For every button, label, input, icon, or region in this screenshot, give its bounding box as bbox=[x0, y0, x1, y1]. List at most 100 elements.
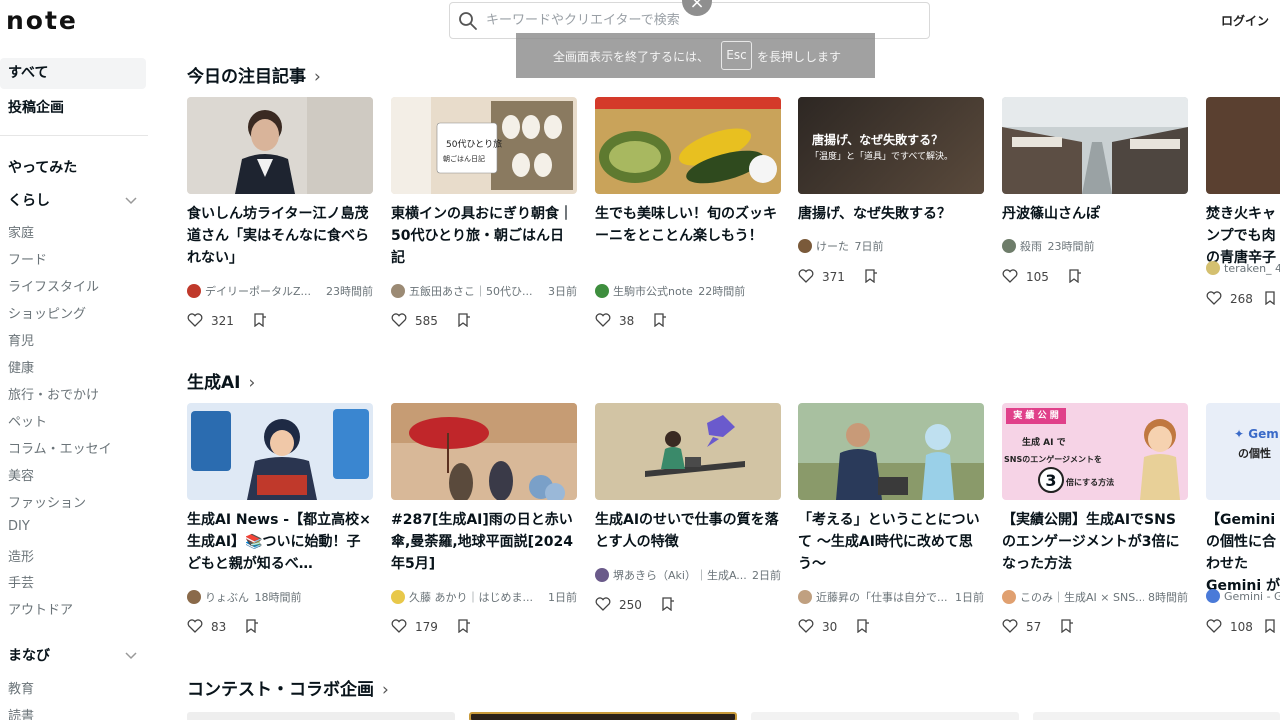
sidebar-item-shopping[interactable]: ショッピング bbox=[8, 303, 86, 322]
author-avatar[interactable] bbox=[595, 284, 609, 298]
login-button[interactable]: ログイン bbox=[1221, 12, 1269, 29]
article-thumbnail[interactable]: ✦ Gem の個性 bbox=[1206, 403, 1280, 500]
author-avatar[interactable] bbox=[391, 590, 405, 604]
sidebar-item-food[interactable]: フード bbox=[8, 249, 47, 268]
author-name[interactable]: 殺雨 bbox=[1020, 240, 1042, 253]
article-thumbnail[interactable] bbox=[1002, 97, 1188, 194]
article-thumbnail[interactable]: 唐揚げ、なぜ失敗する？ 「温度」と「道具」ですべて解決。 bbox=[798, 97, 984, 194]
heart-icon[interactable] bbox=[391, 619, 407, 633]
sidebar-item-all[interactable]: すべて bbox=[0, 58, 146, 89]
sidebar-item-travel[interactable]: 旅行・おでかけ bbox=[8, 384, 99, 403]
sidebar-item-crafts[interactable]: 手芸 bbox=[8, 572, 34, 591]
author-name[interactable]: 生駒市公式note bbox=[613, 285, 693, 298]
sidebar-item-parenting[interactable]: 育児 bbox=[8, 330, 34, 349]
sidebar-item-zoukei[interactable]: 造形 bbox=[8, 546, 34, 565]
heart-icon[interactable] bbox=[187, 619, 203, 633]
sidebar-item-fashion[interactable]: ファッション bbox=[8, 492, 86, 511]
author-name[interactable]: Gemini - G bbox=[1224, 590, 1280, 603]
author-name[interactable]: 五飯田あさこ｜50代ひ... bbox=[409, 285, 533, 298]
author-name[interactable]: teraken_ 4 bbox=[1224, 262, 1280, 275]
article-title[interactable]: 【Gemini の個性に合わせた Gemini が bbox=[1206, 509, 1280, 597]
note-logo[interactable]: note bbox=[6, 6, 78, 35]
article-title[interactable]: 生成AIのせいで仕事の質を落とす人の特徴 bbox=[595, 509, 781, 553]
heart-icon[interactable] bbox=[595, 313, 611, 327]
bookmark-icon[interactable] bbox=[456, 619, 470, 633]
author-name[interactable]: 久藤 あかり｜はじめま... bbox=[409, 591, 533, 604]
sidebar-item-education[interactable]: 教育 bbox=[8, 678, 34, 697]
section-title-ai[interactable]: 生成AI › bbox=[187, 368, 255, 393]
bookmark-icon[interactable] bbox=[1263, 291, 1277, 305]
contest-banner[interactable] bbox=[469, 712, 737, 720]
contest-banner[interactable] bbox=[751, 712, 1019, 720]
chevron-down-icon[interactable] bbox=[124, 193, 138, 207]
article-title[interactable]: 「考える」ということについて 〜生成AI時代に改めて思う〜 bbox=[798, 509, 984, 575]
author-avatar[interactable] bbox=[1002, 590, 1016, 604]
sidebar-item-outdoor[interactable]: アウトドア bbox=[8, 599, 73, 618]
bookmark-icon[interactable] bbox=[244, 619, 259, 633]
bookmark-icon[interactable] bbox=[660, 597, 674, 611]
section-title-featured[interactable]: 今日の注目記事 › bbox=[187, 62, 321, 87]
article-thumbnail[interactable] bbox=[595, 97, 781, 194]
article-thumbnail[interactable]: 実 績 公 開 生成 AI で SNSのエンゲージメントを 3 倍にする方法 bbox=[1002, 403, 1188, 500]
sidebar-item-posting-projects[interactable]: 投稿企画 bbox=[0, 97, 146, 117]
heart-icon[interactable] bbox=[595, 597, 611, 611]
author-avatar[interactable] bbox=[798, 239, 812, 253]
sidebar-item-pet[interactable]: ペット bbox=[8, 411, 47, 430]
heart-icon[interactable] bbox=[1002, 269, 1018, 283]
article-title[interactable]: 焚き火キャンプでも肉の青唐辛子 bbox=[1206, 203, 1280, 269]
sidebar-item-home[interactable]: 家庭 bbox=[8, 222, 34, 241]
sidebar-item-reading[interactable]: 読書 bbox=[8, 705, 34, 720]
sidebar-item-column-essay[interactable]: コラム・エッセイ bbox=[8, 438, 112, 457]
author-avatar[interactable] bbox=[187, 284, 201, 298]
bookmark-icon[interactable] bbox=[652, 313, 667, 327]
bookmark-icon[interactable] bbox=[1263, 619, 1277, 633]
author-avatar[interactable] bbox=[187, 590, 201, 604]
article-title[interactable]: 生でも美味しい！旬のズッキーニをとことん楽しもう！ bbox=[595, 203, 781, 247]
article-title[interactable]: 丹波篠山さんぽ bbox=[1002, 203, 1188, 225]
article-title[interactable]: 東横インの具おにぎり朝食｜50代ひとり旅・朝ごはん日記 bbox=[391, 203, 577, 269]
author-avatar[interactable] bbox=[595, 568, 609, 582]
heart-icon[interactable] bbox=[391, 313, 407, 327]
bookmark-icon[interactable] bbox=[1067, 269, 1081, 283]
article-thumbnail[interactable] bbox=[391, 403, 577, 500]
sidebar-item-health[interactable]: 健康 bbox=[8, 357, 34, 376]
article-card[interactable]: ✦ Gem の個性 【Gemini の個性に合わせた Gemini が Gemi… bbox=[1206, 403, 1280, 643]
author-name[interactable]: デイリーポータルZ... bbox=[205, 285, 311, 298]
section-title-contest[interactable]: コンテスト・コラボ企画 › bbox=[187, 675, 389, 700]
article-thumbnail[interactable]: 50代ひとり旅 朝ごはん日記 bbox=[391, 97, 577, 194]
bookmark-icon[interactable] bbox=[855, 619, 870, 633]
heart-icon[interactable] bbox=[1206, 291, 1222, 305]
article-thumbnail[interactable] bbox=[187, 97, 373, 194]
article-title[interactable]: #287[生成AI]雨の日と赤い傘,曼荼羅,地球平面説[2024年5月] bbox=[391, 509, 577, 575]
bookmark-icon[interactable] bbox=[252, 313, 266, 327]
sidebar-item-yattemita[interactable]: やってみた bbox=[0, 157, 146, 177]
author-avatar[interactable] bbox=[1206, 589, 1220, 603]
author-name[interactable]: このみ｜生成AI × SNS... bbox=[1020, 591, 1146, 604]
bookmark-icon[interactable] bbox=[1059, 619, 1074, 633]
article-title[interactable]: 生成AI News -【都立高校×生成AI】📚ついに始動！子どもと親が知るべ… bbox=[187, 509, 373, 575]
sidebar-item-diy[interactable]: DIY bbox=[8, 519, 30, 534]
author-name[interactable]: けーた bbox=[816, 240, 849, 253]
author-avatar[interactable] bbox=[391, 284, 405, 298]
author-name[interactable]: 堺あきら（Aki）｜生成A... bbox=[613, 569, 747, 582]
contest-banner[interactable] bbox=[1033, 712, 1280, 720]
heart-icon[interactable] bbox=[187, 313, 203, 327]
heart-icon[interactable] bbox=[1002, 619, 1018, 633]
article-thumbnail[interactable] bbox=[798, 403, 984, 500]
article-title[interactable]: 食いしん坊ライター江ノ島茂道さん「実はそんなに食べられない」 bbox=[187, 203, 373, 269]
article-title[interactable]: 【実績公開】生成AIでSNSのエンゲージメントが3倍になった方法 bbox=[1002, 509, 1188, 575]
bookmark-icon[interactable] bbox=[456, 313, 470, 327]
sidebar-item-beauty[interactable]: 美容 bbox=[8, 465, 34, 484]
bookmark-icon[interactable] bbox=[863, 269, 877, 283]
author-avatar[interactable] bbox=[1002, 239, 1016, 253]
sidebar-item-lifestyle[interactable]: ライフスタイル bbox=[8, 276, 99, 295]
chevron-down-icon[interactable] bbox=[124, 648, 138, 662]
article-card[interactable]: 焚き火キャンプでも肉の青唐辛子 teraken_ 4 268 bbox=[1206, 97, 1280, 327]
contest-banner[interactable] bbox=[187, 712, 455, 720]
author-avatar[interactable] bbox=[798, 590, 812, 604]
author-name[interactable]: りょぶん bbox=[205, 591, 249, 604]
article-thumbnail[interactable] bbox=[595, 403, 781, 500]
heart-icon[interactable] bbox=[798, 269, 814, 283]
heart-icon[interactable] bbox=[1206, 619, 1222, 633]
article-title[interactable]: 唐揚げ、なぜ失敗する？ bbox=[798, 203, 984, 225]
